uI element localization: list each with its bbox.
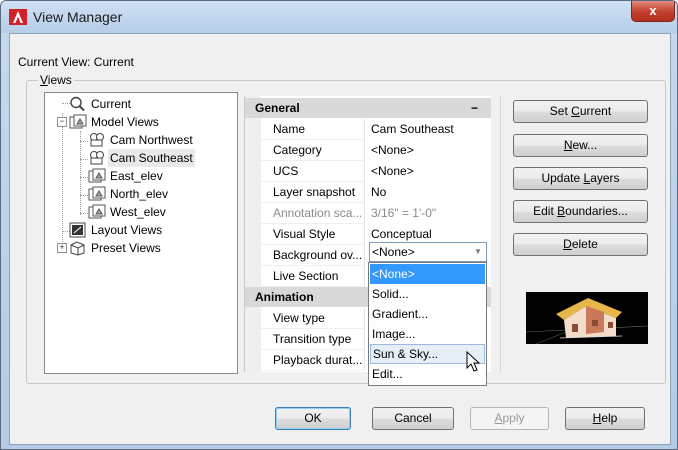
tree-item-label: Preset Views bbox=[91, 241, 161, 255]
collapse-section-icon[interactable]: − bbox=[471, 98, 478, 118]
section-title: Animation bbox=[255, 290, 314, 304]
expand-toggle[interactable]: + bbox=[57, 243, 67, 253]
saved-view-icon bbox=[88, 204, 106, 219]
saved-view-icon bbox=[88, 168, 106, 183]
tree-connector bbox=[80, 141, 88, 142]
dropdown-option-solid[interactable]: Solid... bbox=[370, 284, 485, 304]
property-name: Background ov... bbox=[245, 245, 365, 266]
tree-item-label: North_elev bbox=[110, 187, 169, 201]
views-group-label: Views bbox=[38, 73, 74, 87]
tree-item-label: Model Views bbox=[91, 115, 159, 129]
current-view-label: Current View: Current bbox=[18, 55, 134, 69]
property-name: Layer snapshot bbox=[245, 182, 365, 203]
dropdown-option-none[interactable]: <None> bbox=[370, 264, 485, 284]
collapse-toggle[interactable]: − bbox=[57, 117, 67, 127]
property-name: UCS bbox=[245, 161, 365, 182]
property-value[interactable]: No bbox=[371, 182, 489, 203]
property-name: Annotation sca... bbox=[245, 203, 365, 224]
property-row[interactable]: Layer snapshot No bbox=[245, 182, 491, 203]
camera-icon bbox=[90, 151, 104, 165]
tree-connector bbox=[62, 113, 63, 248]
property-name: Transition type bbox=[245, 329, 365, 350]
tree-item-label: Current bbox=[91, 97, 132, 111]
property-row[interactable]: Annotation sca... 3/16" = 1'-0" bbox=[245, 203, 491, 224]
tree-connector bbox=[80, 213, 88, 214]
tree-connector bbox=[80, 159, 88, 160]
preset-views-icon bbox=[70, 241, 85, 256]
property-name: View type bbox=[245, 308, 365, 329]
tree-item-label: West_elev bbox=[110, 205, 166, 219]
tree-connector bbox=[80, 131, 81, 215]
property-row[interactable]: Category <None> bbox=[245, 140, 491, 161]
tree-item-label: Cam Northwest bbox=[110, 133, 193, 147]
model-views-icon bbox=[69, 114, 87, 129]
ok-button[interactable]: OK bbox=[275, 407, 351, 430]
property-value[interactable]: <None> bbox=[371, 161, 489, 182]
set-current-button[interactable]: Set Current bbox=[513, 100, 648, 123]
property-name: Name bbox=[245, 119, 365, 140]
property-value[interactable]: 3/16" = 1'-0" bbox=[371, 203, 489, 224]
close-button[interactable]: x bbox=[631, 1, 675, 22]
edit-boundaries-button[interactable]: Edit Boundaries... bbox=[513, 200, 648, 223]
title-bar[interactable]: View Manager x bbox=[1, 1, 677, 33]
property-name: Playback durat... bbox=[245, 350, 365, 371]
saved-view-icon bbox=[88, 186, 106, 201]
property-row[interactable]: Name Cam Southeast bbox=[245, 119, 491, 140]
cancel-button[interactable]: Cancel bbox=[372, 407, 454, 430]
property-value[interactable]: Cam Southeast bbox=[371, 119, 489, 140]
update-layers-button[interactable]: Update Layers bbox=[513, 167, 648, 190]
tree-item-label: Layout Views bbox=[91, 223, 163, 237]
property-name: Category bbox=[245, 140, 365, 161]
apply-button[interactable]: Apply bbox=[470, 407, 549, 430]
delete-button[interactable]: Delete bbox=[513, 233, 648, 256]
property-name: Live Section bbox=[245, 266, 365, 287]
tree-item-label: Cam Southeast bbox=[108, 149, 195, 167]
combo-value: <None> bbox=[372, 245, 415, 259]
tree-item-label: East_elev bbox=[110, 169, 163, 183]
general-section-header[interactable]: General − bbox=[245, 98, 491, 118]
panel-divider bbox=[500, 96, 501, 372]
camera-icon bbox=[90, 133, 104, 147]
window-title: View Manager bbox=[33, 9, 123, 25]
help-button[interactable]: Help bbox=[565, 407, 645, 430]
dropdown-option-image[interactable]: Image... bbox=[370, 324, 485, 344]
layout-views-icon bbox=[69, 222, 86, 238]
dropdown-option-gradient[interactable]: Gradient... bbox=[370, 304, 485, 324]
chevron-down-icon[interactable]: ▼ bbox=[472, 246, 484, 258]
property-row[interactable]: UCS <None> bbox=[245, 161, 491, 182]
mouse-pointer-icon bbox=[466, 351, 481, 372]
views-tree[interactable]: Current − Model Views Cam Northwest Cam … bbox=[44, 92, 238, 374]
background-override-combo[interactable]: <None> ▼ bbox=[369, 242, 487, 262]
magnifier-icon bbox=[70, 96, 85, 112]
section-title: General bbox=[255, 101, 300, 115]
view-preview-thumbnail bbox=[526, 292, 648, 344]
tree-connector bbox=[80, 177, 88, 178]
tree-connector bbox=[80, 195, 88, 196]
property-value[interactable]: <None> bbox=[371, 140, 489, 161]
new-button[interactable]: New... bbox=[513, 134, 648, 157]
property-name: Visual Style bbox=[245, 224, 365, 245]
autocad-logo-icon bbox=[9, 9, 27, 25]
